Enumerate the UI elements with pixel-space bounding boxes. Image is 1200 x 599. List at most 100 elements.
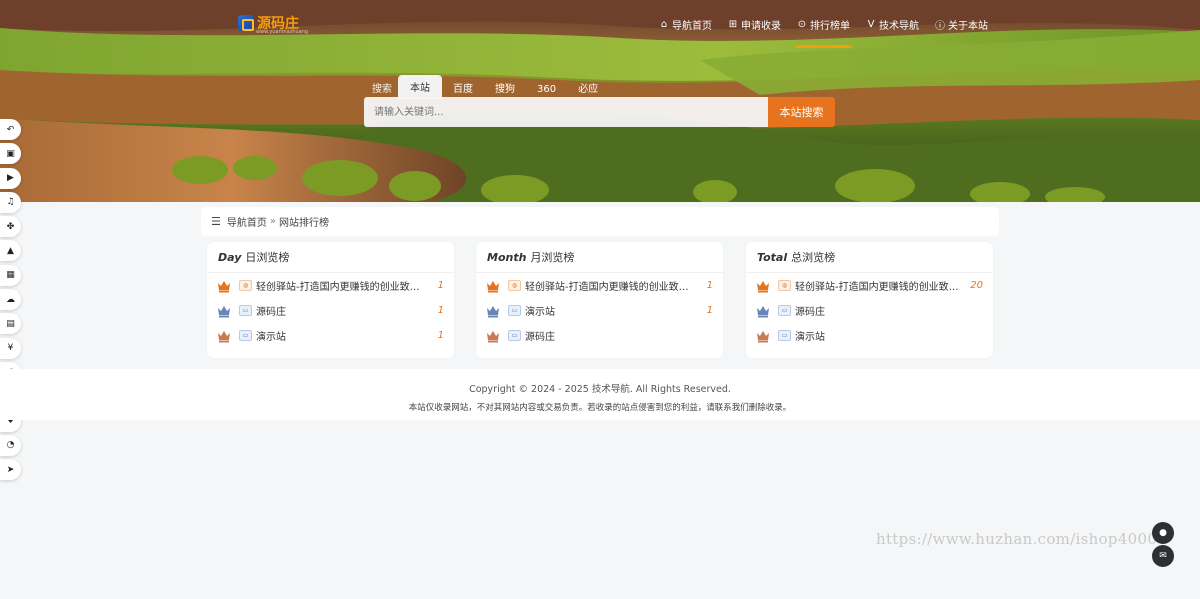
site-name: 源码庄 <box>525 332 555 343</box>
ranking-card-month: Month 月浏览榜 ◍ 轻创驿站-打造国内更赚钱的创业致富平台 1 ▭ 演示站… <box>476 242 723 358</box>
nav-label: 技术导航 <box>879 21 919 32</box>
card-title-en: Day <box>218 250 242 264</box>
crown-bronze-icon <box>757 330 769 342</box>
mail-icon[interactable]: ✉ <box>1152 545 1174 567</box>
site-name: 轻创驿站-打造国内更赚钱的创业致富平... <box>795 282 967 293</box>
card-title: Day 日浏览榜 <box>207 242 454 273</box>
site-name: 轻创驿站-打造国内更赚钱的创业致富平台 <box>256 282 428 293</box>
view-count: 1 <box>437 280 444 291</box>
home-icon: ⌂ <box>660 19 668 30</box>
plus-square-icon: ⊞ <box>728 19 738 30</box>
document-icon[interactable]: ▤ <box>0 313 21 335</box>
site-name: 演示站 <box>525 307 555 318</box>
breadcrumb-separator: » <box>269 216 276 227</box>
yen-icon[interactable]: ¥ <box>0 337 21 359</box>
top-navigation: ⌂ 导航首页 ⊞ 申请收录 ⊙ 排行榜单 V 技术导航 ⓘ 关于本站 <box>651 15 996 48</box>
site-favicon: ◍ <box>508 280 521 291</box>
nav-tech[interactable]: V 技术导航 <box>858 15 927 34</box>
footer-copyright: Copyright © 2024 - 2025 技术导航. All Rights… <box>469 384 731 395</box>
search-input[interactable] <box>364 97 768 127</box>
view-count: 1 <box>706 280 713 291</box>
footer-notice: 本站仅收录网站，不对其网站内容或交易负责。若收录的站点侵害到您的利益，请联系我们… <box>408 403 792 413</box>
view-count: 1 <box>437 305 444 316</box>
search-engine-tabs: 搜索 本站 百度 搜狗 360 必应 <box>364 75 609 99</box>
list-item[interactable]: ◍ 轻创驿站-打造国内更赚钱的创业致富平... 20 <box>746 273 993 298</box>
v-icon: V <box>867 19 875 30</box>
hero-banner: 源码庄 www.yuanmazhuang ⌂ 导航首页 ⊞ 申请收录 ⊙ 排行榜… <box>0 0 1200 202</box>
card-title-en: Total <box>757 250 788 264</box>
search-button[interactable]: 本站搜索 <box>768 97 835 127</box>
breadcrumb-current: 网站排行榜 <box>279 218 329 229</box>
crown-bronze-icon <box>218 330 230 342</box>
crown-silver-icon <box>487 305 499 317</box>
tab-baidu[interactable]: 百度 <box>442 76 484 99</box>
footer: Copyright © 2024 - 2025 技术导航. All Rights… <box>0 369 1200 420</box>
crown-gold-icon <box>218 280 230 292</box>
card-title: Total 总浏览榜 <box>746 242 993 273</box>
music-icon[interactable]: ♫ <box>0 191 21 213</box>
chat-icon[interactable]: ● <box>1152 522 1174 544</box>
card-title-en: Month <box>487 250 527 264</box>
list-item[interactable]: ◍ 轻创驿站-打造国内更赚钱的创业致富平台 1 <box>476 273 723 298</box>
tab-site[interactable]: 本站 <box>398 75 442 99</box>
site-name: 源码庄 <box>256 307 286 318</box>
list-item[interactable]: ▭ 源码庄 1 <box>207 298 454 323</box>
list-item[interactable]: ▭ 演示站 <box>746 323 993 348</box>
watermark-text: https://www.huzhan.com/ishop4000 <box>876 530 1158 548</box>
ranking-card-total: Total 总浏览榜 ◍ 轻创驿站-打造国内更赚钱的创业致富平... 20 ▭ … <box>746 242 993 358</box>
list-item[interactable]: ▭ 演示站 1 <box>207 323 454 348</box>
site-favicon: ▭ <box>239 330 252 341</box>
list-item[interactable]: ▭ 演示站 1 <box>476 298 723 323</box>
card-title-cn: 总浏览榜 <box>791 251 836 264</box>
site-name: 演示站 <box>256 332 286 343</box>
site-favicon: ▭ <box>508 305 521 316</box>
list-item[interactable]: ◍ 轻创驿站-打造国内更赚钱的创业致富平台 1 <box>207 273 454 298</box>
list-item[interactable]: ▭ 源码庄 <box>476 323 723 348</box>
site-name: 演示站 <box>795 332 825 343</box>
crown-bronze-icon <box>487 330 499 342</box>
site-favicon: ▭ <box>508 330 521 341</box>
card-title-cn: 日浏览榜 <box>245 251 290 264</box>
site-logo[interactable]: 源码庄 www.yuanmazhuang <box>238 13 308 35</box>
shop-icon[interactable]: ▣ <box>0 143 21 165</box>
apps-icon[interactable]: ▦ <box>0 264 21 286</box>
view-count: 1 <box>437 330 444 341</box>
nav-label: 排行榜单 <box>810 21 850 32</box>
site-favicon: ▭ <box>778 305 791 316</box>
breadcrumb-home[interactable]: 导航首页 <box>227 214 267 229</box>
search-box: 本站搜索 <box>364 97 835 127</box>
nav-label: 申请收录 <box>741 21 781 32</box>
education-icon[interactable]: ▲ <box>0 240 21 262</box>
nav-home[interactable]: ⌂ 导航首页 <box>651 15 720 34</box>
site-favicon: ◍ <box>778 280 791 291</box>
nav-label: 导航首页 <box>672 21 712 32</box>
side-category-menu: ↶ ▣ ▶ ♫ ✤ ▲ ▦ ☁ ▤ ¥ ↗ ◉ ♥ ◔ ➤ <box>0 119 21 483</box>
crown-gold-icon <box>757 280 769 292</box>
logo-icon <box>238 15 254 31</box>
site-name: 轻创驿站-打造国内更赚钱的创业致富平台 <box>525 282 697 293</box>
video-icon[interactable]: ▶ <box>0 167 21 189</box>
cloud-icon[interactable]: ☁ <box>0 289 21 311</box>
back-icon[interactable]: ↶ <box>0 119 21 140</box>
view-count: 1 <box>706 305 713 316</box>
card-title: Month 月浏览榜 <box>476 242 723 273</box>
nav-about[interactable]: ⓘ 关于本站 <box>927 15 996 34</box>
list-item[interactable]: ▭ 源码庄 <box>746 298 993 323</box>
send-icon[interactable]: ➤ <box>0 459 21 481</box>
card-title-cn: 月浏览榜 <box>530 251 575 264</box>
crown-gold-icon <box>487 280 499 292</box>
ranking-card-day: Day 日浏览榜 ◍ 轻创驿站-打造国内更赚钱的创业致富平台 1 ▭ 源码庄 1… <box>207 242 454 358</box>
nav-label: 关于本站 <box>948 21 988 32</box>
logo-subtext: www.yuanmazhuang <box>256 29 309 35</box>
crown-silver-icon <box>757 305 769 317</box>
tab-sogou[interactable]: 搜狗 <box>484 76 526 99</box>
signpost-icon: ☰ <box>211 215 221 228</box>
nav-submit-site[interactable]: ⊞ 申请收录 <box>720 15 789 34</box>
nav-ranking[interactable]: ⊙ 排行榜单 <box>789 15 858 48</box>
site-favicon: ▭ <box>239 305 252 316</box>
breadcrumb: ☰ 导航首页 » 网站排行榜 <box>201 207 999 236</box>
site-favicon: ◍ <box>239 280 252 291</box>
tab-bing[interactable]: 必应 <box>567 76 609 99</box>
game-icon[interactable]: ✤ <box>0 216 21 238</box>
code-icon[interactable]: ◔ <box>0 434 21 456</box>
